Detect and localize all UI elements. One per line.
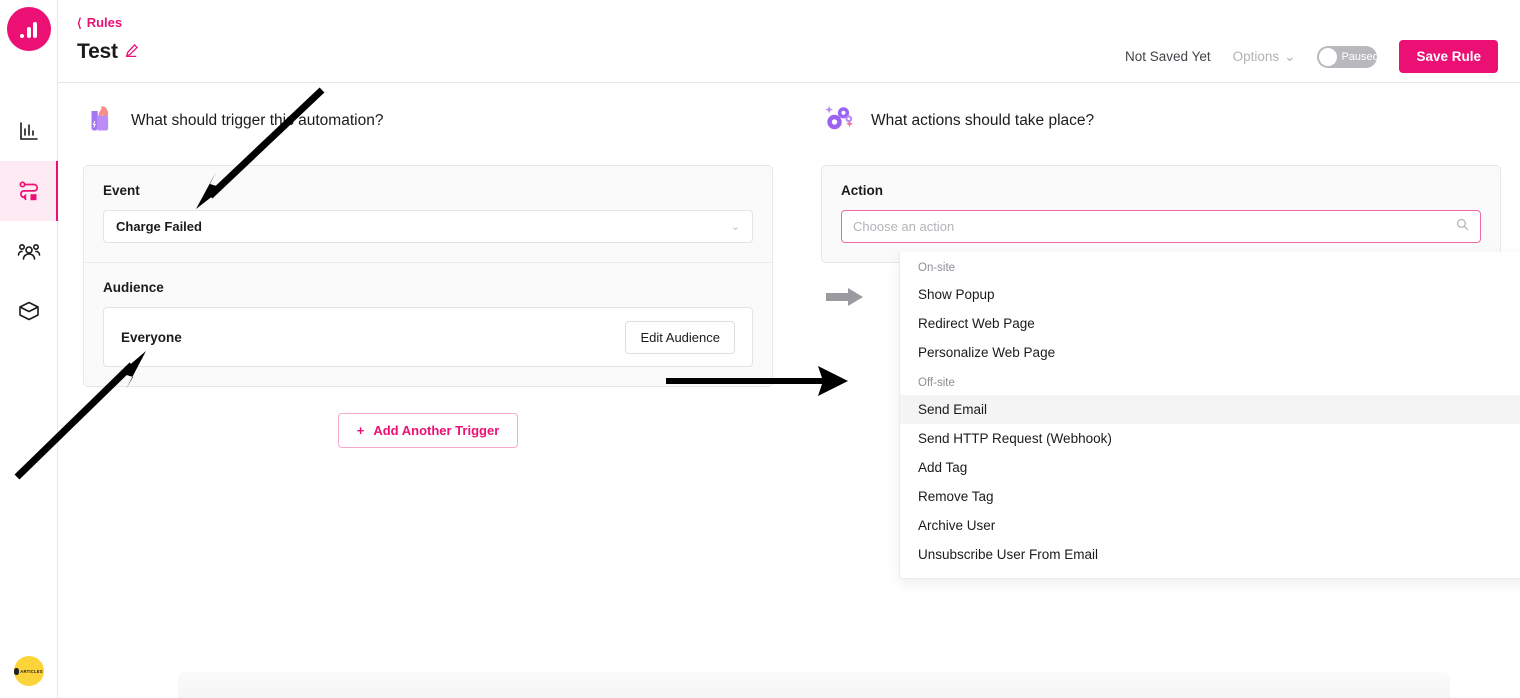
chevron-down-icon: ⌄ (730, 221, 740, 233)
sidebar-item-analytics[interactable] (0, 101, 58, 161)
action-column: What actions should take place? Action C… (821, 100, 1520, 579)
event-label: Event (103, 183, 140, 198)
audience-section: Audience Everyone Edit Audience (84, 262, 772, 386)
pencil-edit-icon[interactable] (125, 43, 139, 62)
dropdown-group-label: Off-site (918, 377, 955, 389)
action-section: Action Choose an action (822, 166, 1500, 262)
sidebar-item-audience[interactable] (0, 221, 58, 281)
options-label: Options (1232, 49, 1280, 64)
action-search-input[interactable]: Choose an action (841, 210, 1481, 243)
dropdown-item-redirect-web-page[interactable]: Redirect Web Page (900, 309, 1520, 338)
page-header: ⟨ Rules Test Not Saved Yet Options ⌄ Pau… (58, 0, 1520, 83)
event-section: Event Charge Failed ⌄ (84, 166, 772, 262)
dropdown-item-send-email[interactable]: Send Email (900, 395, 1520, 424)
edit-audience-button[interactable]: Edit Audience (625, 320, 735, 354)
bottom-panel-edge (178, 672, 1450, 698)
dropdown-item-unsubscribe-user[interactable]: Unsubscribe User From Email (900, 540, 1520, 569)
sidebar: ARTICLES (0, 0, 59, 698)
toggle-knob (1319, 47, 1338, 66)
toggle-label: Paused (1341, 50, 1379, 63)
plus-icon: + (356, 423, 365, 438)
gears-sparkle-icon (821, 100, 857, 141)
chevron-down-icon: ⌄ (1284, 48, 1296, 64)
dropdown-item-archive-user[interactable]: Archive User (900, 511, 1520, 540)
trigger-column: What should trigger this automation? Eve… (83, 100, 773, 448)
dropdown-group-onsite: On-site Show Popup Redirect Web Page Per… (900, 252, 1520, 367)
search-icon (1456, 218, 1469, 236)
app-logo-icon[interactable] (6, 7, 51, 51)
action-input-placeholder: Choose an action (853, 219, 955, 234)
dropdown-group-offsite: Off-site Send Email Send HTTP Request (W… (900, 367, 1520, 569)
save-status: Not Saved Yet (1125, 49, 1211, 64)
dropdown-item-send-http-request[interactable]: Send HTTP Request (Webhook) (900, 424, 1520, 453)
right-arrow-icon (826, 288, 866, 311)
package-box-icon (18, 300, 40, 322)
app-root: ARTICLES ⟨ Rules Test Not Saved Yet Opti… (0, 0, 1520, 698)
add-another-trigger-button[interactable]: + Add Another Trigger (337, 413, 519, 448)
logo-bar-2 (26, 27, 31, 38)
pause-toggle[interactable]: Paused (1317, 45, 1379, 68)
header-actions: Not Saved Yet Options ⌄ Paused Save Rule (1125, 40, 1498, 73)
logo-bar-3 (33, 22, 37, 38)
audience-box: Everyone Edit Audience (103, 307, 753, 367)
trigger-heading-row: What should trigger this automation? (83, 100, 773, 141)
breadcrumb-rules[interactable]: ⟨ Rules (77, 15, 122, 30)
action-heading: What actions should take place? (871, 111, 1095, 129)
sidebar-item-rules[interactable] (0, 161, 59, 221)
trigger-card: Event Charge Failed ⌄ Audience Everyone … (83, 165, 773, 387)
account-badge-icon: ARTICLES (13, 656, 44, 686)
people-audience-icon (17, 240, 41, 262)
save-rule-button[interactable]: Save Rule (1399, 40, 1498, 73)
sidebar-item-products[interactable] (0, 281, 58, 341)
page-title: Test (77, 40, 118, 63)
dropdown-group-label: On-site (918, 262, 956, 274)
add-trigger-label: Add Another Trigger (373, 423, 500, 438)
lighter-flame-icon (83, 100, 117, 141)
dropdown-item-add-tag[interactable]: Add Tag (900, 453, 1520, 482)
account-badge[interactable]: ARTICLES (13, 656, 44, 686)
event-select-value: Charge Failed (116, 219, 202, 234)
options-menu-button[interactable]: Options ⌄ (1233, 49, 1296, 65)
action-dropdown-menu[interactable]: On-site Show Popup Redirect Web Page Per… (899, 252, 1520, 579)
analytics-bar-chart-icon (18, 120, 40, 142)
dropdown-item-remove-tag[interactable]: Remove Tag (900, 482, 1520, 511)
flow-arrow (826, 287, 866, 312)
chevron-left-icon: ⟨ (77, 15, 82, 30)
rules-flow-icon (17, 180, 41, 202)
audience-label: Audience (103, 280, 164, 295)
sidebar-nav (0, 101, 59, 341)
audience-value: Everyone (121, 329, 182, 345)
event-select[interactable]: Charge Failed ⌄ (103, 210, 753, 243)
dropdown-item-personalize-web-page[interactable]: Personalize Web Page (900, 338, 1520, 367)
trigger-heading: What should trigger this automation? (131, 111, 384, 129)
account-badge-label: ARTICLES (20, 668, 43, 674)
action-heading-row: What actions should take place? (821, 100, 1501, 141)
action-label: Action (841, 183, 883, 198)
main-content: What should trigger this automation? Eve… (58, 83, 1520, 698)
action-card: Action Choose an action (821, 165, 1501, 263)
add-trigger-row: + Add Another Trigger (83, 413, 773, 448)
dropdown-item-show-popup[interactable]: Show Popup (900, 280, 1520, 309)
badge-dot (14, 667, 20, 675)
logo-bar-1 (20, 34, 24, 38)
title-row: Test (77, 40, 139, 64)
breadcrumb-label: Rules (86, 15, 123, 30)
